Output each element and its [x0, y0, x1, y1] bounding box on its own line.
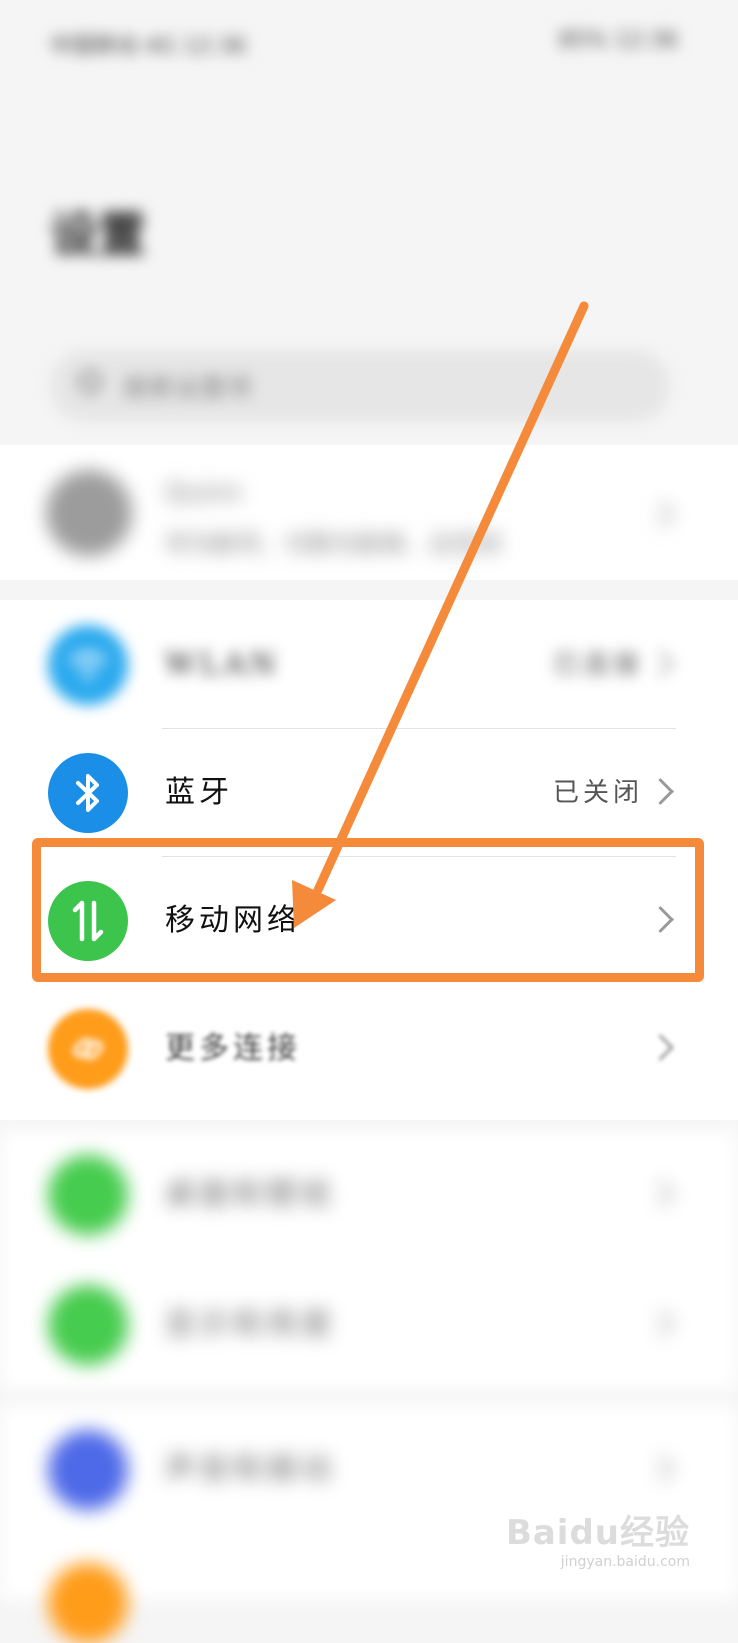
watermark-url: jingyan.baidu.com	[560, 1554, 690, 1570]
annotation-arrow	[292, 301, 589, 928]
watermark-logo: Baidu经验	[505, 1513, 690, 1553]
watermark: Baidu经验 jingyan.baidu.com	[506, 1505, 690, 1570]
